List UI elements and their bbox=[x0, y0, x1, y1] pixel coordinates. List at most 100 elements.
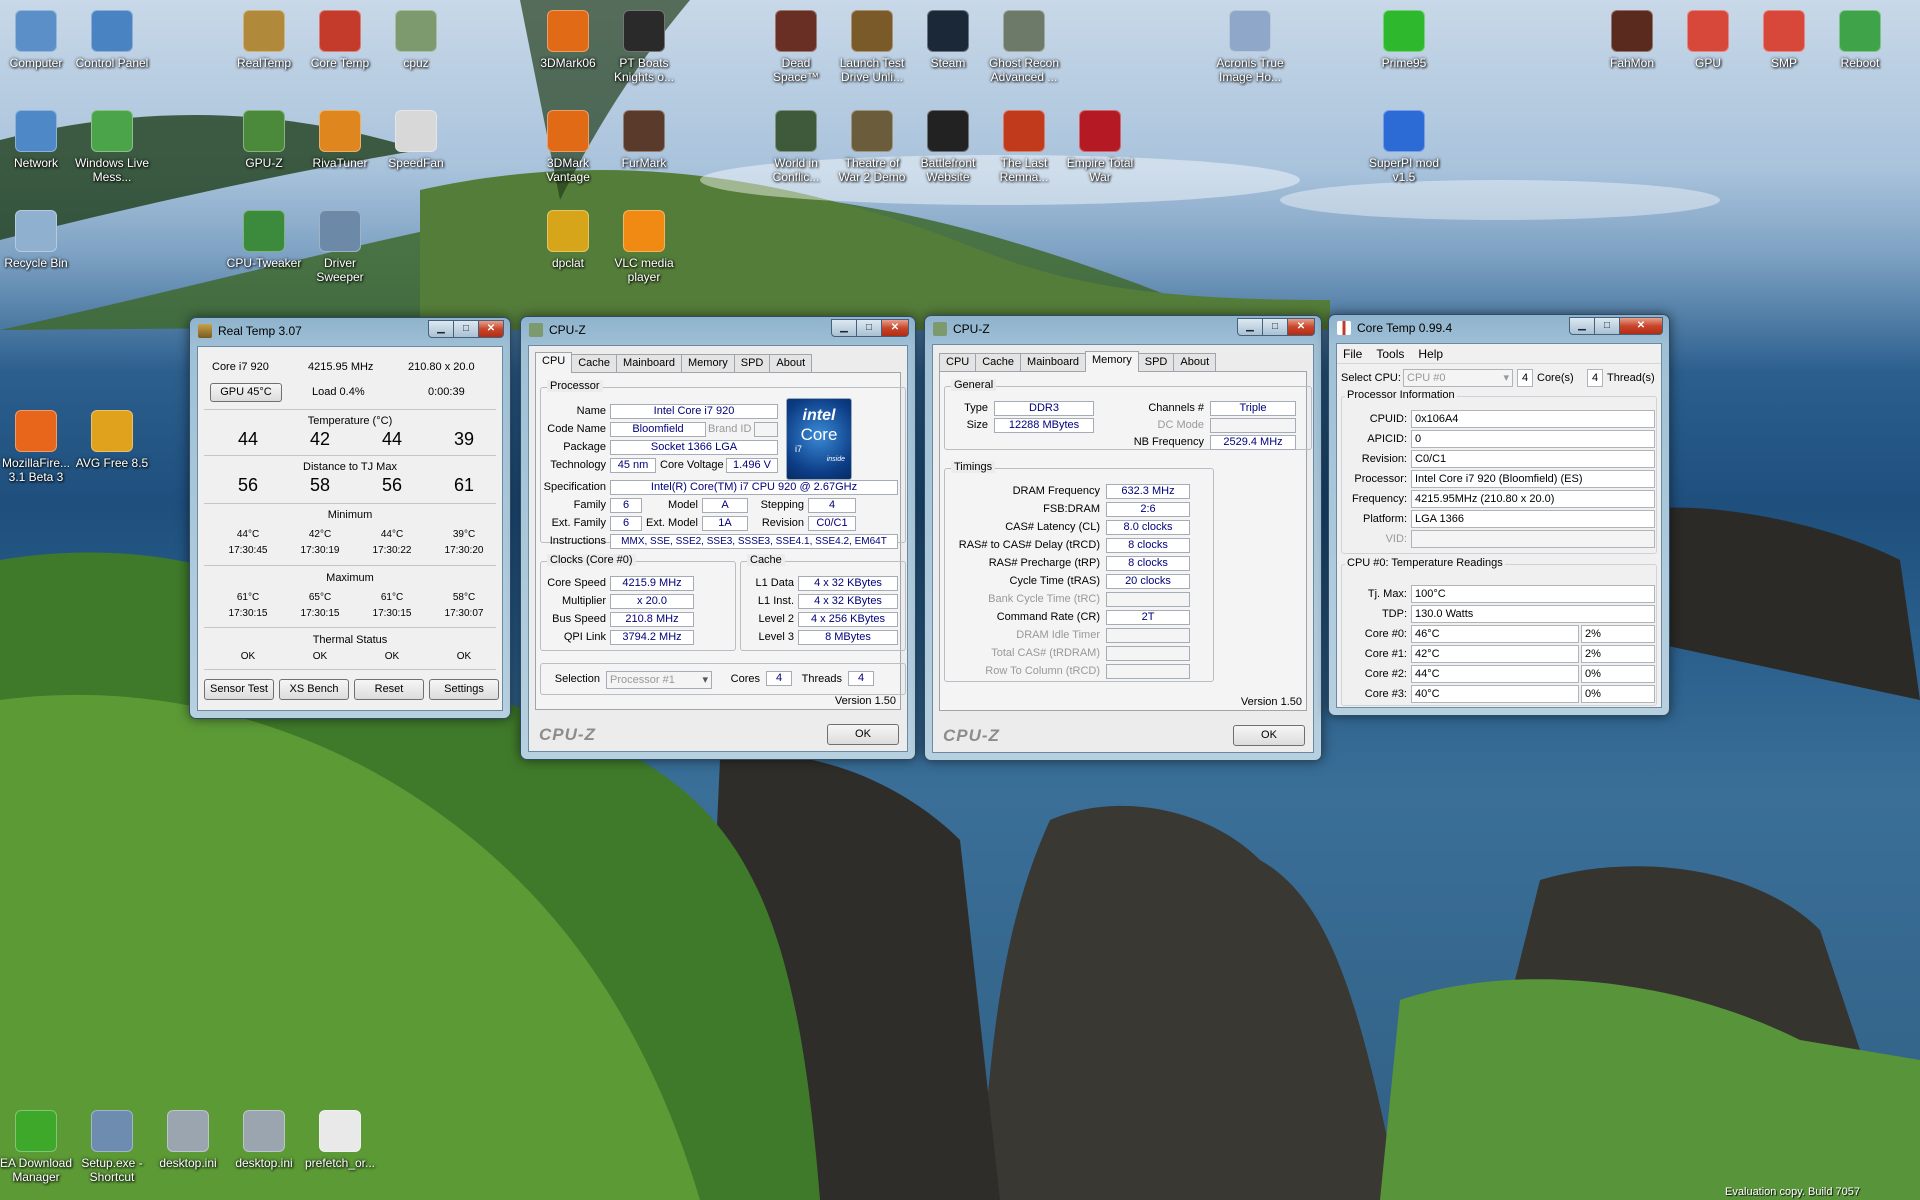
desktop-shortcut-label: desktop.ini bbox=[159, 1156, 217, 1170]
desktop-shortcut[interactable]: Battlefront Website bbox=[909, 110, 987, 184]
desktop-shortcut[interactable]: Theatre of War 2 Demo bbox=[833, 110, 911, 184]
desktop-shortcut[interactable]: Windows Live Mess... bbox=[73, 110, 151, 184]
tab-mainboard[interactable]: Mainboard bbox=[616, 354, 683, 373]
desktop-shortcut[interactable]: Dead Space™ bbox=[757, 10, 835, 84]
minimize-button[interactable]: ▁ bbox=[428, 320, 454, 338]
processor-select[interactable]: Processor #1 ▾ bbox=[606, 671, 712, 689]
xs-bench-button[interactable]: XS Bench bbox=[279, 679, 349, 700]
desktop-shortcut[interactable]: World in Conflic... bbox=[757, 110, 835, 184]
core-logo-text: Core bbox=[800, 425, 838, 444]
desktop-shortcut[interactable]: Ghost Recon Advanced ... bbox=[985, 10, 1063, 84]
desktop-shortcut[interactable]: Setup.exe - Shortcut bbox=[73, 1110, 151, 1184]
desktop-shortcut[interactable]: GPU bbox=[1669, 10, 1747, 70]
minimize-button[interactable]: ▁ bbox=[831, 319, 857, 337]
technology-value: 45 nm bbox=[610, 458, 656, 473]
menu-help[interactable]: Help bbox=[1418, 347, 1443, 361]
tab-mainboard[interactable]: Mainboard bbox=[1020, 353, 1087, 372]
tab-cache[interactable]: Cache bbox=[571, 354, 618, 373]
desktop-shortcut[interactable]: dpclat bbox=[529, 210, 607, 270]
desktop-shortcut[interactable]: FurMark bbox=[605, 110, 683, 170]
tab-spd[interactable]: SPD bbox=[733, 354, 771, 373]
menu-file[interactable]: File bbox=[1343, 347, 1362, 361]
desktop-shortcut[interactable]: Control Panel bbox=[73, 10, 151, 70]
coretemp-titlebar[interactable]: Core Temp 0.99.4 ▁ □ ✕ bbox=[1329, 315, 1669, 341]
minimize-button[interactable]: ▁ bbox=[1237, 318, 1263, 336]
tab-cpu[interactable]: CPU bbox=[535, 352, 573, 373]
rt-core-temperature: 44 bbox=[237, 429, 259, 449]
desktop-shortcut[interactable]: Prime95 bbox=[1365, 10, 1443, 70]
tab-cpu[interactable]: CPU bbox=[939, 353, 977, 372]
desktop-shortcut[interactable]: Launch Test Drive Unli... bbox=[833, 10, 911, 84]
desktop-shortcut[interactable]: 3DMark Vantage bbox=[529, 110, 607, 184]
desktop-shortcut[interactable]: The Last Remna... bbox=[985, 110, 1063, 184]
desktop-shortcut[interactable]: MozillaFire... 3.1 Beta 3 bbox=[0, 410, 75, 484]
desktop-shortcut[interactable]: CPU-Tweaker bbox=[225, 210, 303, 270]
menu-tools[interactable]: Tools bbox=[1376, 347, 1404, 361]
realtemp-window[interactable]: Real Temp 3.07 ▁ □ ✕ Core i7 920 4215.95… bbox=[189, 317, 511, 719]
core-count-value: 4 bbox=[1517, 369, 1533, 387]
desktop-shortcut[interactable]: SuperPI mod v1.5 bbox=[1365, 110, 1443, 184]
desktop-shortcut[interactable]: prefetch_or... bbox=[301, 1110, 379, 1170]
rt-gpu-button[interactable]: GPU 45°C bbox=[210, 383, 282, 402]
desktop-shortcut[interactable]: Steam bbox=[909, 10, 987, 70]
desktop-shortcut[interactable]: Empire Total War bbox=[1061, 110, 1139, 184]
settings-button[interactable]: Settings bbox=[429, 679, 499, 700]
cpuz-cpu-window[interactable]: CPU-Z ▁ □ ✕ CPU Cache Mainboard Memory SPD Ab… bbox=[520, 316, 916, 760]
desktop-shortcut[interactable]: PT Boats Knights o... bbox=[605, 10, 683, 84]
tab-about[interactable]: About bbox=[769, 354, 813, 373]
desktop-shortcut[interactable]: cpuz bbox=[377, 10, 455, 70]
ok-button[interactable]: OK bbox=[1233, 725, 1305, 746]
coretemp-window[interactable]: Core Temp 0.99.4 ▁ □ ✕ File Tools Help Sel… bbox=[1328, 314, 1670, 716]
desktop-shortcut[interactable]: desktop.ini bbox=[149, 1110, 227, 1170]
realtemp-titlebar[interactable]: Real Temp 3.07 ▁ □ ✕ bbox=[190, 318, 510, 344]
rt-minimum-time: 17:30:20 bbox=[444, 545, 484, 556]
close-button[interactable]: ✕ bbox=[1619, 317, 1663, 335]
rt-maximum-temp: 65°C bbox=[308, 592, 332, 603]
desktop-shortcut[interactable]: AVG Free 8.5 bbox=[73, 410, 151, 470]
close-button[interactable]: ✕ bbox=[881, 319, 909, 337]
desktop-shortcut[interactable]: Recycle Bin bbox=[0, 210, 75, 270]
desktop-shortcut[interactable]: Network bbox=[0, 110, 75, 170]
realtemp-title: Real Temp 3.07 bbox=[218, 324, 302, 338]
tab-memory[interactable]: Memory bbox=[681, 354, 735, 373]
desktop-shortcut[interactable]: RivaTuner bbox=[301, 110, 379, 170]
close-button[interactable]: ✕ bbox=[478, 320, 504, 338]
cpuz-memory-window[interactable]: CPU-Z ▁ □ ✕ CPU Cache Mainboard Memory SPD Ab… bbox=[924, 315, 1322, 761]
tab-about[interactable]: About bbox=[1173, 353, 1217, 372]
cpu-select-value: CPU #0 bbox=[1407, 372, 1446, 384]
desktop-shortcut[interactable]: Core Temp bbox=[301, 10, 379, 70]
sensor-test-button[interactable]: Sensor Test bbox=[204, 679, 274, 700]
desktop-shortcut[interactable]: VLC media player bbox=[605, 210, 683, 284]
desktop-shortcut[interactable]: RealTemp bbox=[225, 10, 303, 70]
desktop-shortcut[interactable]: FahMon bbox=[1593, 10, 1671, 70]
bus-speed-label: Bus Speed bbox=[552, 613, 606, 625]
close-button[interactable]: ✕ bbox=[1287, 318, 1315, 336]
desktop-shortcut[interactable]: GPU-Z bbox=[225, 110, 303, 170]
cpu-select[interactable]: CPU #0 ▾ bbox=[1403, 369, 1513, 387]
cpuz-memory-titlebar[interactable]: CPU-Z ▁ □ ✕ bbox=[925, 316, 1321, 342]
desktop-shortcut[interactable]: Computer bbox=[0, 10, 75, 70]
desktop-shortcut[interactable]: desktop.ini bbox=[225, 1110, 303, 1170]
desktop-shortcut[interactable]: EA Download Manager bbox=[0, 1110, 75, 1184]
tab-memory[interactable]: Memory bbox=[1085, 351, 1139, 372]
desktop-shortcut[interactable]: Driver Sweeper bbox=[301, 210, 379, 284]
timing-label: Bank Cycle Time (tRC) bbox=[988, 593, 1100, 605]
core-temp-label: Core #0: bbox=[1364, 628, 1407, 640]
maximize-button[interactable]: □ bbox=[1594, 317, 1620, 335]
desktop-shortcut[interactable]: Acronis True Image Ho... bbox=[1211, 10, 1289, 84]
maximize-button[interactable]: □ bbox=[453, 320, 479, 338]
tab-spd[interactable]: SPD bbox=[1137, 353, 1175, 372]
cpuz-cpu-titlebar[interactable]: CPU-Z ▁ □ ✕ bbox=[521, 317, 915, 343]
threads-value: 4 bbox=[848, 671, 874, 686]
tab-cache[interactable]: Cache bbox=[975, 353, 1022, 372]
minimize-button[interactable]: ▁ bbox=[1569, 317, 1595, 335]
desktop-shortcut[interactable]: SMP bbox=[1745, 10, 1823, 70]
desktop-shortcut[interactable]: 3DMark06 bbox=[529, 10, 607, 70]
desktop-shortcut[interactable]: Reboot bbox=[1821, 10, 1899, 70]
reset-button[interactable]: Reset bbox=[354, 679, 424, 700]
maximize-button[interactable]: □ bbox=[856, 319, 882, 337]
ok-button[interactable]: OK bbox=[827, 724, 899, 745]
cores-value: 4 bbox=[766, 671, 792, 686]
desktop-shortcut[interactable]: SpeedFan bbox=[377, 110, 455, 170]
maximize-button[interactable]: □ bbox=[1262, 318, 1288, 336]
